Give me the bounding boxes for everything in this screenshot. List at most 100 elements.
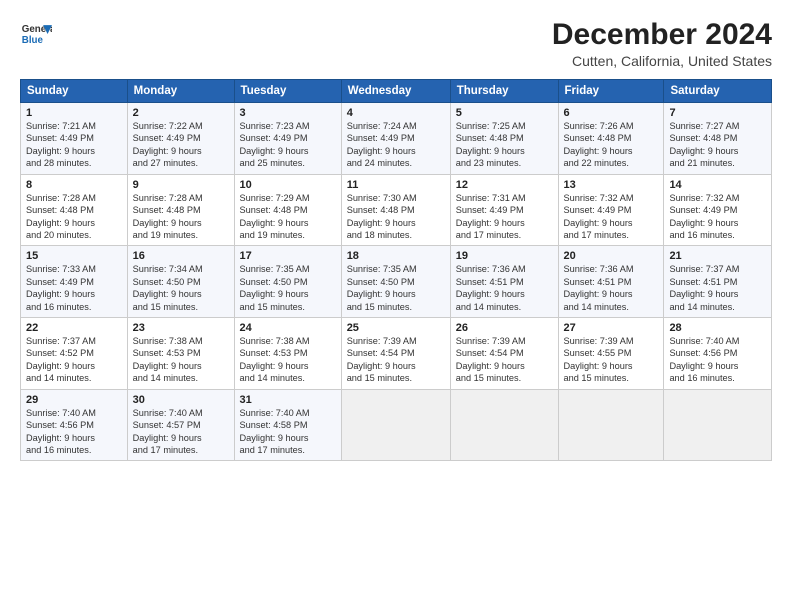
col-sunday: Sunday [21,80,128,103]
day-info: Sunrise: 7:23 AMSunset: 4:49 PMDaylight:… [240,120,336,170]
table-row: 28Sunrise: 7:40 AMSunset: 4:56 PMDayligh… [664,318,772,390]
table-row: 5Sunrise: 7:25 AMSunset: 4:48 PMDaylight… [450,103,558,175]
day-number: 17 [240,250,336,262]
table-row: 24Sunrise: 7:38 AMSunset: 4:53 PMDayligh… [234,318,341,390]
table-row: 15Sunrise: 7:33 AMSunset: 4:49 PMDayligh… [21,246,128,318]
page-subtitle: Cutten, California, United States [552,53,772,69]
table-row: 1Sunrise: 7:21 AMSunset: 4:49 PMDaylight… [21,103,128,175]
day-info: Sunrise: 7:32 AMSunset: 4:49 PMDaylight:… [669,192,766,242]
day-info: Sunrise: 7:38 AMSunset: 4:53 PMDaylight:… [133,335,229,385]
day-number: 13 [564,179,659,191]
day-number: 2 [133,107,229,119]
col-wednesday: Wednesday [341,80,450,103]
table-row: 3Sunrise: 7:23 AMSunset: 4:49 PMDaylight… [234,103,341,175]
table-row: 8Sunrise: 7:28 AMSunset: 4:48 PMDaylight… [21,174,128,246]
table-row: 21Sunrise: 7:37 AMSunset: 4:51 PMDayligh… [664,246,772,318]
day-number: 5 [456,107,553,119]
col-monday: Monday [127,80,234,103]
day-info: Sunrise: 7:33 AMSunset: 4:49 PMDaylight:… [26,263,122,313]
page-title: December 2024 [552,18,772,51]
table-row: 19Sunrise: 7:36 AMSunset: 4:51 PMDayligh… [450,246,558,318]
table-row: 11Sunrise: 7:30 AMSunset: 4:48 PMDayligh… [341,174,450,246]
day-info: Sunrise: 7:39 AMSunset: 4:55 PMDaylight:… [564,335,659,385]
day-number: 12 [456,179,553,191]
table-row: 18Sunrise: 7:35 AMSunset: 4:50 PMDayligh… [341,246,450,318]
table-row: 27Sunrise: 7:39 AMSunset: 4:55 PMDayligh… [558,318,664,390]
table-row: 31Sunrise: 7:40 AMSunset: 4:58 PMDayligh… [234,389,341,461]
table-row: 9Sunrise: 7:28 AMSunset: 4:48 PMDaylight… [127,174,234,246]
day-number: 29 [26,394,122,406]
day-number: 18 [347,250,445,262]
day-info: Sunrise: 7:28 AMSunset: 4:48 PMDaylight:… [26,192,122,242]
day-info: Sunrise: 7:32 AMSunset: 4:49 PMDaylight:… [564,192,659,242]
day-info: Sunrise: 7:35 AMSunset: 4:50 PMDaylight:… [347,263,445,313]
day-number: 25 [347,322,445,334]
day-number: 23 [133,322,229,334]
day-info: Sunrise: 7:40 AMSunset: 4:57 PMDaylight:… [133,407,229,457]
day-number: 26 [456,322,553,334]
day-number: 10 [240,179,336,191]
table-row: 14Sunrise: 7:32 AMSunset: 4:49 PMDayligh… [664,174,772,246]
col-thursday: Thursday [450,80,558,103]
day-number: 8 [26,179,122,191]
col-friday: Friday [558,80,664,103]
day-info: Sunrise: 7:36 AMSunset: 4:51 PMDaylight:… [456,263,553,313]
day-number: 14 [669,179,766,191]
day-info: Sunrise: 7:21 AMSunset: 4:49 PMDaylight:… [26,120,122,170]
day-info: Sunrise: 7:22 AMSunset: 4:49 PMDaylight:… [133,120,229,170]
day-info: Sunrise: 7:27 AMSunset: 4:48 PMDaylight:… [669,120,766,170]
day-number: 4 [347,107,445,119]
table-row: 13Sunrise: 7:32 AMSunset: 4:49 PMDayligh… [558,174,664,246]
day-number: 22 [26,322,122,334]
day-info: Sunrise: 7:39 AMSunset: 4:54 PMDaylight:… [347,335,445,385]
page: General Blue December 2024 Cutten, Calif… [0,0,792,612]
day-info: Sunrise: 7:36 AMSunset: 4:51 PMDaylight:… [564,263,659,313]
day-info: Sunrise: 7:28 AMSunset: 4:48 PMDaylight:… [133,192,229,242]
day-number: 21 [669,250,766,262]
table-row [664,389,772,461]
col-saturday: Saturday [664,80,772,103]
day-info: Sunrise: 7:37 AMSunset: 4:52 PMDaylight:… [26,335,122,385]
day-info: Sunrise: 7:38 AMSunset: 4:53 PMDaylight:… [240,335,336,385]
table-row: 30Sunrise: 7:40 AMSunset: 4:57 PMDayligh… [127,389,234,461]
day-number: 16 [133,250,229,262]
day-info: Sunrise: 7:34 AMSunset: 4:50 PMDaylight:… [133,263,229,313]
day-number: 31 [240,394,336,406]
table-row: 20Sunrise: 7:36 AMSunset: 4:51 PMDayligh… [558,246,664,318]
day-number: 30 [133,394,229,406]
day-number: 20 [564,250,659,262]
col-tuesday: Tuesday [234,80,341,103]
day-number: 19 [456,250,553,262]
calendar-table: Sunday Monday Tuesday Wednesday Thursday… [20,79,772,461]
day-info: Sunrise: 7:37 AMSunset: 4:51 PMDaylight:… [669,263,766,313]
day-info: Sunrise: 7:24 AMSunset: 4:49 PMDaylight:… [347,120,445,170]
day-number: 3 [240,107,336,119]
table-row: 4Sunrise: 7:24 AMSunset: 4:49 PMDaylight… [341,103,450,175]
day-info: Sunrise: 7:25 AMSunset: 4:48 PMDaylight:… [456,120,553,170]
table-row [558,389,664,461]
table-row: 16Sunrise: 7:34 AMSunset: 4:50 PMDayligh… [127,246,234,318]
table-row [450,389,558,461]
day-info: Sunrise: 7:40 AMSunset: 4:58 PMDaylight:… [240,407,336,457]
day-number: 7 [669,107,766,119]
logo: General Blue [20,18,52,50]
table-row [341,389,450,461]
table-row: 10Sunrise: 7:29 AMSunset: 4:48 PMDayligh… [234,174,341,246]
title-block: December 2024 Cutten, California, United… [552,18,772,69]
day-number: 28 [669,322,766,334]
day-number: 24 [240,322,336,334]
table-row: 17Sunrise: 7:35 AMSunset: 4:50 PMDayligh… [234,246,341,318]
day-info: Sunrise: 7:29 AMSunset: 4:48 PMDaylight:… [240,192,336,242]
day-number: 15 [26,250,122,262]
day-info: Sunrise: 7:26 AMSunset: 4:48 PMDaylight:… [564,120,659,170]
day-info: Sunrise: 7:31 AMSunset: 4:49 PMDaylight:… [456,192,553,242]
table-row: 26Sunrise: 7:39 AMSunset: 4:54 PMDayligh… [450,318,558,390]
day-info: Sunrise: 7:40 AMSunset: 4:56 PMDaylight:… [669,335,766,385]
day-number: 11 [347,179,445,191]
day-info: Sunrise: 7:35 AMSunset: 4:50 PMDaylight:… [240,263,336,313]
logo-icon: General Blue [20,18,52,50]
table-row: 29Sunrise: 7:40 AMSunset: 4:56 PMDayligh… [21,389,128,461]
table-row: 2Sunrise: 7:22 AMSunset: 4:49 PMDaylight… [127,103,234,175]
day-number: 6 [564,107,659,119]
day-info: Sunrise: 7:39 AMSunset: 4:54 PMDaylight:… [456,335,553,385]
